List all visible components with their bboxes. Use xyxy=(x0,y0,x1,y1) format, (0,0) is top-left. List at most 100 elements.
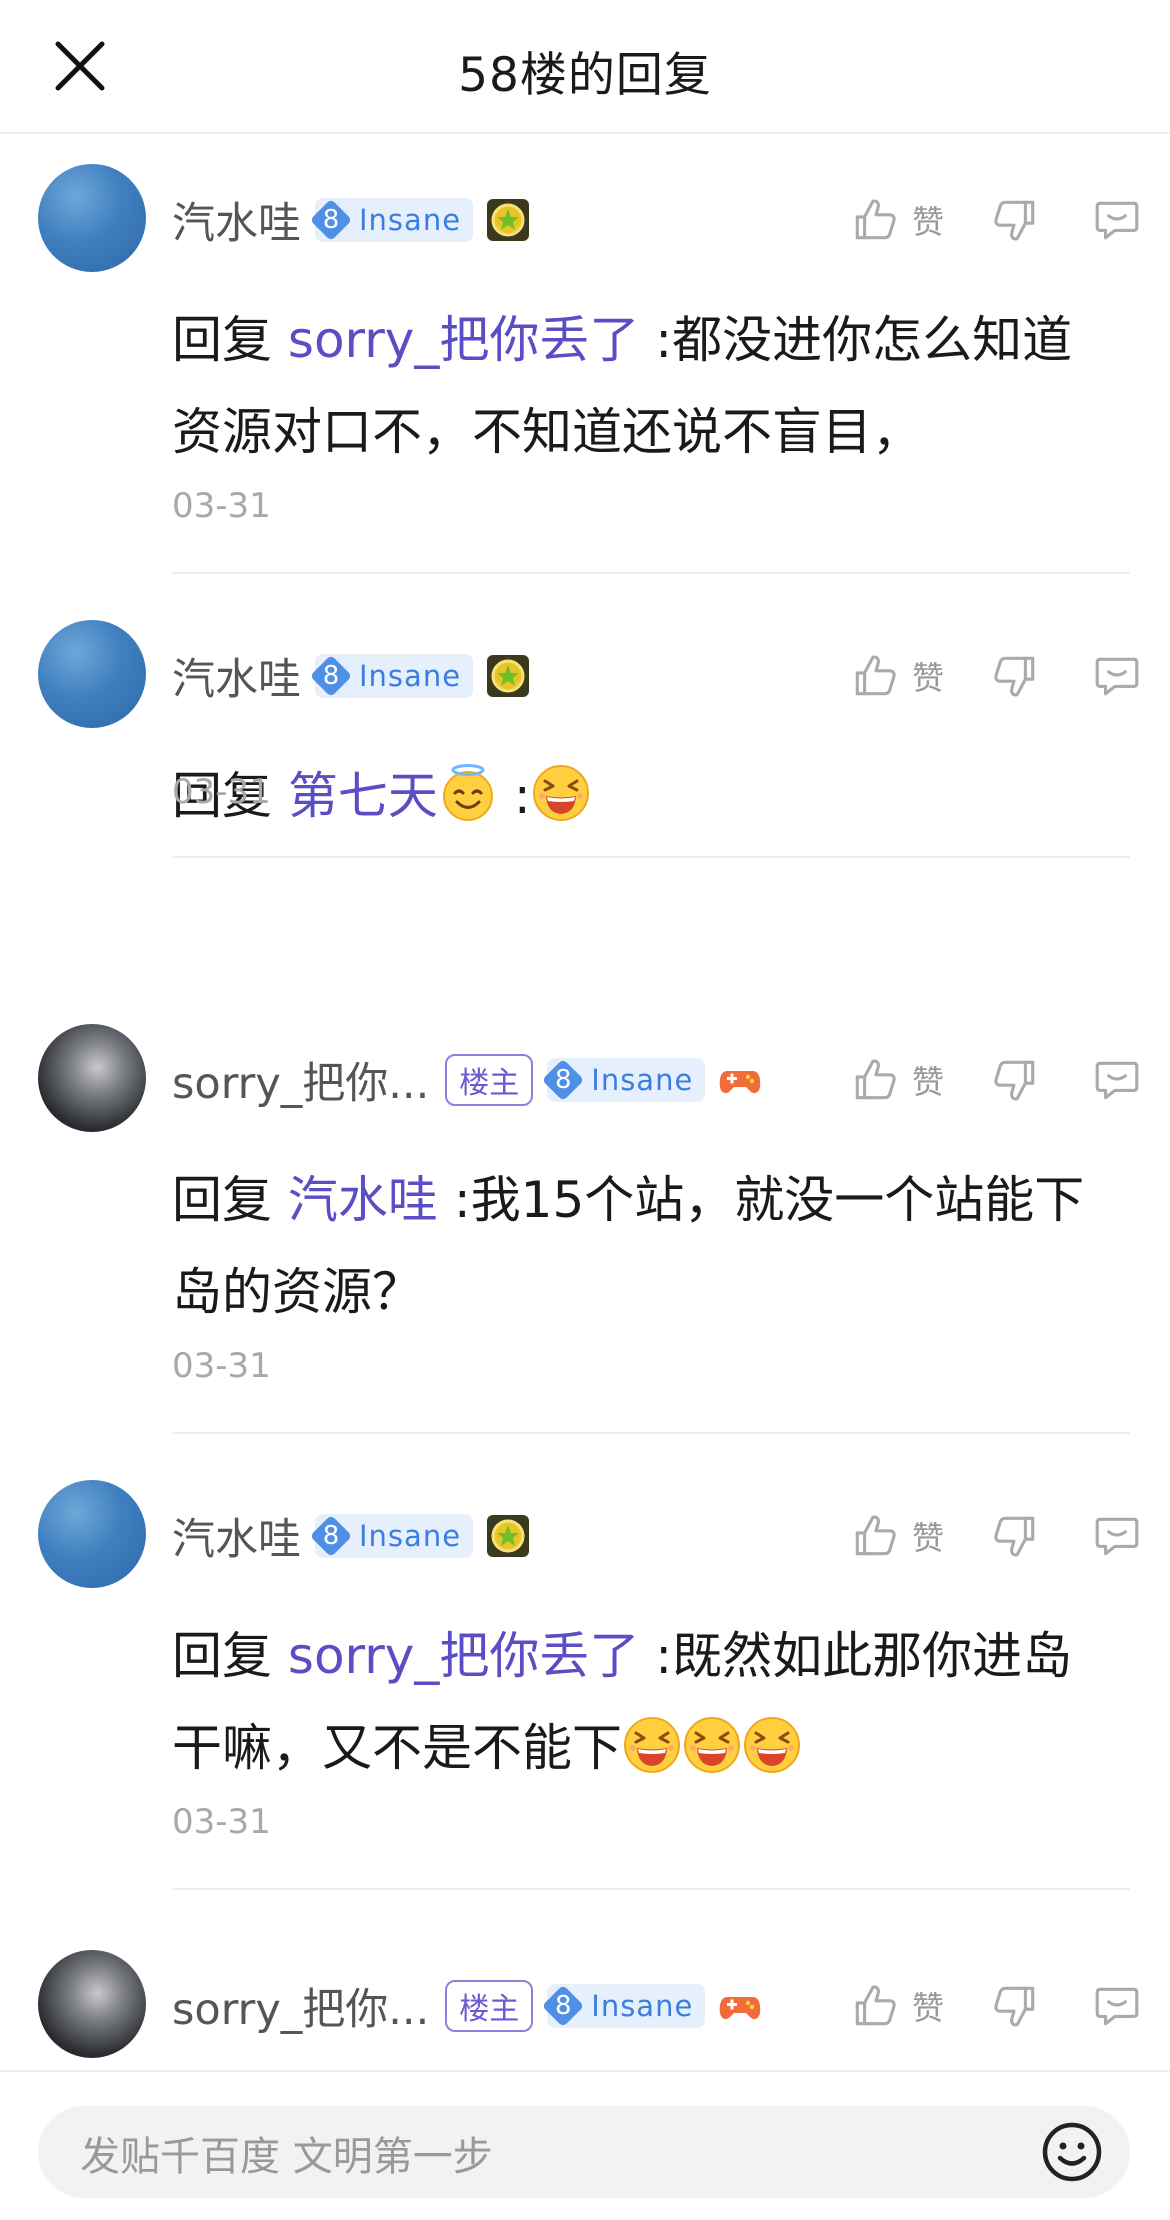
level-diamond-icon: 8 xyxy=(309,654,353,698)
username[interactable]: 汽水哇 xyxy=(172,1505,301,1567)
comment-icon xyxy=(1092,1511,1142,1561)
smile-emoji-icon[interactable] xyxy=(1036,2116,1108,2188)
comment-icon xyxy=(1092,1981,1142,2031)
thumbs-up-icon xyxy=(850,651,900,701)
like-button[interactable]: 赞 xyxy=(850,651,990,701)
thumbs-down-icon xyxy=(990,651,1040,701)
level-name: Insane xyxy=(359,659,462,693)
reply-actions: 赞 xyxy=(850,1506,1142,1566)
reply-date: 03-31 xyxy=(172,772,271,812)
thumbs-down-icon xyxy=(990,195,1040,245)
dislike-button[interactable] xyxy=(990,195,1040,245)
dislike-button[interactable] xyxy=(990,651,1040,701)
avatar[interactable] xyxy=(38,1480,146,1588)
page-title: 58楼的回复 xyxy=(458,48,712,103)
comment-button[interactable] xyxy=(1092,1511,1142,1561)
avatar[interactable] xyxy=(38,1024,146,1132)
like-button[interactable]: 赞 xyxy=(850,1511,990,1561)
reply-actions: 赞 xyxy=(850,1976,1142,2036)
comment-button[interactable] xyxy=(1092,1055,1142,1105)
level-name: Insane xyxy=(591,1063,694,1097)
reply-to-user[interactable]: sorry_把你丢了 xyxy=(288,1627,639,1685)
medal-icon xyxy=(485,653,531,699)
reply-date: 03-31 xyxy=(172,1802,271,1842)
reply-date: 03-31 xyxy=(172,1346,271,1386)
level-name: Insane xyxy=(359,1519,462,1553)
thumbs-up-icon xyxy=(850,1055,900,1105)
reply-to-user[interactable]: 第七天 xyxy=(288,767,438,825)
dislike-button[interactable] xyxy=(990,1981,1040,2031)
comment-button[interactable] xyxy=(1092,1981,1142,2031)
reply-content[interactable]: 回复 汽水哇 :我15个站，就没一个站能下岛的资源？ xyxy=(172,1154,1102,1338)
divider xyxy=(172,856,1130,858)
op-badge: 楼主 xyxy=(445,1980,534,2032)
reply-content[interactable]: 回复 sorry_把你丢了 :都没进你怎么知道资源对口不，不知道还说不盲目， xyxy=(172,294,1102,478)
level-name: Insane xyxy=(591,1989,694,2023)
op-badge: 楼主 xyxy=(445,1054,534,1106)
avatar[interactable] xyxy=(38,620,146,728)
divider xyxy=(172,1432,1130,1434)
reply-actions: 赞 xyxy=(850,1050,1142,1110)
reply-prefix: 回复 xyxy=(172,1171,272,1229)
laughing-emoji-icon xyxy=(682,1715,742,1775)
level-diamond-icon: 8 xyxy=(309,1514,353,1558)
laughing-emoji-icon xyxy=(531,763,591,823)
level-badge: 8 Insane xyxy=(542,1058,706,1102)
laughing-emoji-icon xyxy=(742,1715,802,1775)
username[interactable]: 汽水哇 xyxy=(172,189,301,251)
medal-icon xyxy=(485,1513,531,1559)
reply-item: sorry_把你... 楼主 8 Insane 赞 xyxy=(0,1920,1170,2069)
reply-item: 汽水哇 8 Insane 赞 回复 xyxy=(0,134,1170,590)
comment-icon xyxy=(1092,195,1142,245)
avatar[interactable] xyxy=(38,164,146,272)
like-label: 赞 xyxy=(911,1519,944,1557)
comment-button[interactable] xyxy=(1092,195,1142,245)
reply-meta: sorry_把你... 楼主 8 Insane xyxy=(172,1050,763,1110)
comment-button[interactable] xyxy=(1092,651,1142,701)
reply-item: 汽水哇 8 Insane 赞 回复 xyxy=(0,1450,1170,1920)
reply-actions: 赞 xyxy=(850,646,1142,706)
reply-date: 03-31 xyxy=(172,486,271,526)
dislike-button[interactable] xyxy=(990,1511,1040,1561)
username[interactable]: sorry_把你... xyxy=(172,1049,429,1111)
like-button[interactable]: 赞 xyxy=(850,1055,990,1105)
reply-content[interactable]: 回复 第七天 : xyxy=(172,750,1102,842)
halo-emoji-icon xyxy=(438,763,498,823)
reply-composer: 发贴千百度 文明第一步 xyxy=(0,2070,1170,2220)
level-badge: 8 Insane xyxy=(542,1984,706,2028)
reply-list[interactable]: 汽水哇 8 Insane 赞 回复 sorry_把你丢了:都没进你怎么知道资源… xyxy=(0,134,1170,2069)
like-label: 赞 xyxy=(911,1063,944,1101)
avatar[interactable] xyxy=(38,1950,146,2058)
reply-input[interactable]: 发贴千百度 文明第一步 xyxy=(38,2106,1130,2198)
like-label: 赞 xyxy=(911,659,944,697)
laughing-emoji-icon xyxy=(622,1715,682,1775)
reply-prefix: 回复 xyxy=(172,311,272,369)
username[interactable]: 汽水哇 xyxy=(172,645,301,707)
reply-item: 汽水哇 8 Insane 赞 回复 xyxy=(0,590,1170,1046)
username[interactable]: sorry_把你... xyxy=(172,1975,429,2037)
header: 58楼的回复 xyxy=(0,0,1170,134)
reply-prefix: 回复 xyxy=(172,1627,272,1685)
reply-item: sorry_把你... 楼主 8 Insane 赞 xyxy=(0,994,1170,1450)
like-button[interactable]: 赞 xyxy=(850,1981,990,2031)
thumbs-down-icon xyxy=(990,1981,1040,2031)
game-controller-icon xyxy=(717,1983,763,2029)
reply-meta: 汽水哇 8 Insane xyxy=(172,190,531,250)
like-button[interactable]: 赞 xyxy=(850,195,990,245)
reply-sheet: 58楼的回复 汽水哇 8 Insane 赞 回复 sorry_把你丢了:都没进… xyxy=(0,0,1170,2220)
level-badge: 8 Insane xyxy=(309,198,474,242)
reply-meta: 汽水哇 8 Insane xyxy=(172,646,531,706)
reply-content[interactable]: 回复 sorry_把你丢了 :既然如此那你进岛干嘛，又不是不能下 xyxy=(172,1610,1102,1794)
level-diamond-icon: 8 xyxy=(309,198,353,242)
reply-to-user[interactable]: 汽水哇 xyxy=(288,1171,438,1229)
thumbs-up-icon xyxy=(850,1511,900,1561)
medal-icon xyxy=(485,197,531,243)
like-label: 赞 xyxy=(911,203,944,241)
level-name: Insane xyxy=(359,203,462,237)
comment-icon xyxy=(1092,1055,1142,1105)
reply-input-placeholder: 发贴千百度 文明第一步 xyxy=(80,2134,493,2180)
comment-icon xyxy=(1092,651,1142,701)
dislike-button[interactable] xyxy=(990,1055,1040,1105)
like-label: 赞 xyxy=(911,1989,944,2027)
reply-to-user[interactable]: sorry_把你丢了 xyxy=(288,311,639,369)
